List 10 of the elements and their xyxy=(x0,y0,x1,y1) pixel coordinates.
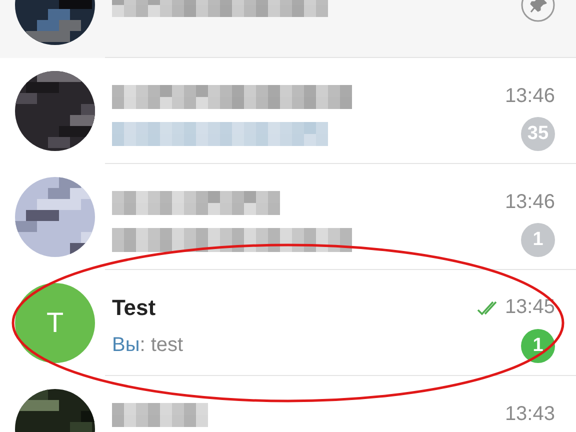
avatar: T xyxy=(15,283,95,363)
unread-badge: 35 xyxy=(521,116,555,150)
message-time: 13:43 xyxy=(504,403,555,426)
message-time: 13:46 xyxy=(504,191,555,214)
message-time: 13:45 xyxy=(504,296,555,319)
message-time: 13:46 xyxy=(504,85,555,108)
unread-badge: 1 xyxy=(521,222,555,256)
chat-name: Test xyxy=(112,294,156,320)
message-preview: Вы: test xyxy=(112,334,184,357)
unread-badge: 1 xyxy=(521,328,555,362)
